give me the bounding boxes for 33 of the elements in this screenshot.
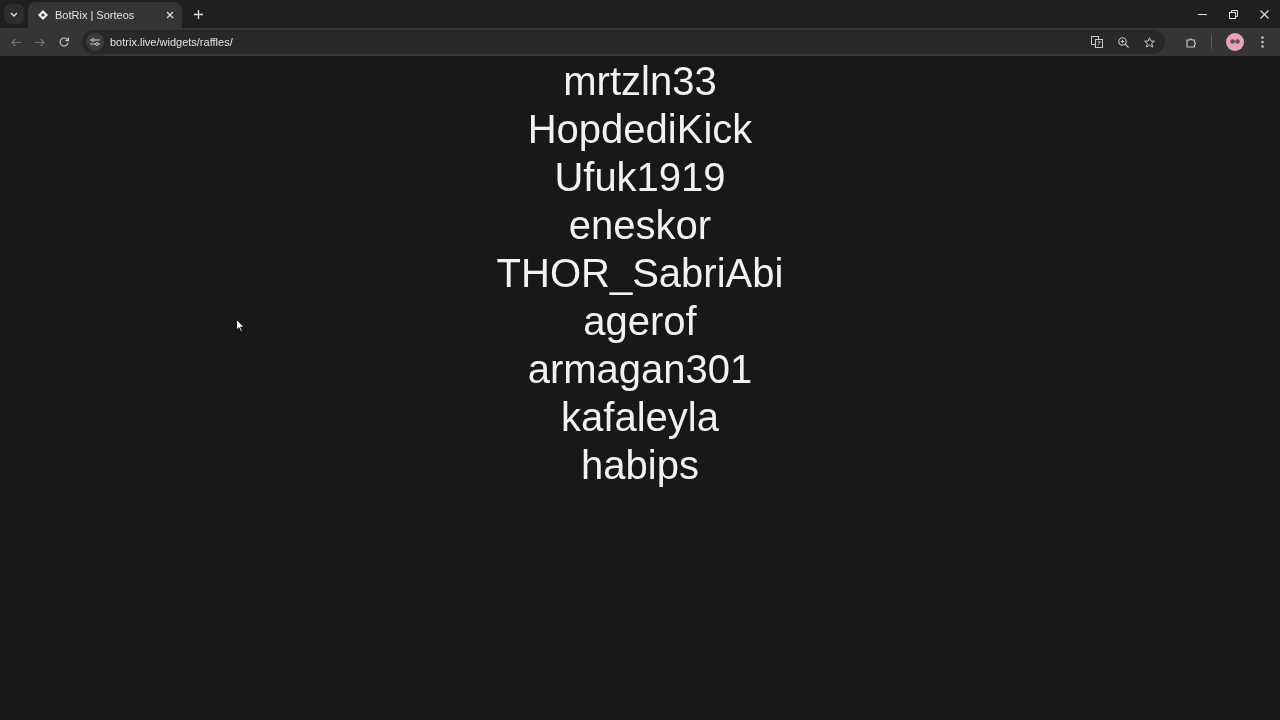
plus-icon	[193, 9, 203, 19]
participant-name: habips	[581, 442, 699, 489]
star-icon	[1143, 36, 1155, 48]
participant-name: mrtzln33	[563, 58, 717, 105]
cursor-icon	[236, 319, 245, 333]
favicon-icon	[38, 10, 48, 20]
kebab-menu-icon	[1260, 36, 1264, 48]
back-arrow-icon	[11, 37, 21, 47]
magnifier-plus-icon	[1117, 36, 1129, 48]
puzzle-icon	[1185, 36, 1197, 48]
tab-search-button[interactable]	[4, 4, 24, 24]
close-icon	[166, 11, 174, 19]
participant-name: HopdediKick	[527, 106, 753, 153]
participant-name: agerof	[583, 298, 697, 345]
browser-tab[interactable]: BotRix | Sorteos	[28, 2, 182, 28]
forward-arrow-icon	[35, 37, 45, 47]
site-info-button[interactable]	[86, 33, 104, 51]
reload-icon	[59, 37, 69, 47]
address-bar[interactable]: botrix.live/widgets/raffles/	[82, 30, 1165, 54]
sliders-icon	[90, 38, 100, 46]
caret-icon	[10, 11, 18, 17]
participant-name: eneskor	[568, 202, 712, 249]
profile-button[interactable]	[1226, 33, 1244, 51]
close-icon	[1260, 9, 1269, 19]
participant-name: THOR_SabriAbi	[496, 250, 784, 297]
participant-name: armagan301	[527, 346, 753, 393]
avatar-icon	[1226, 33, 1244, 51]
participant-name: kafaleyla	[561, 394, 719, 441]
close-tab-button[interactable]	[166, 11, 174, 19]
translate-icon	[1091, 36, 1103, 48]
minimize-icon	[1198, 13, 1207, 15]
participant-name: Ufuk1919	[554, 154, 726, 201]
restore-icon	[1229, 9, 1238, 19]
